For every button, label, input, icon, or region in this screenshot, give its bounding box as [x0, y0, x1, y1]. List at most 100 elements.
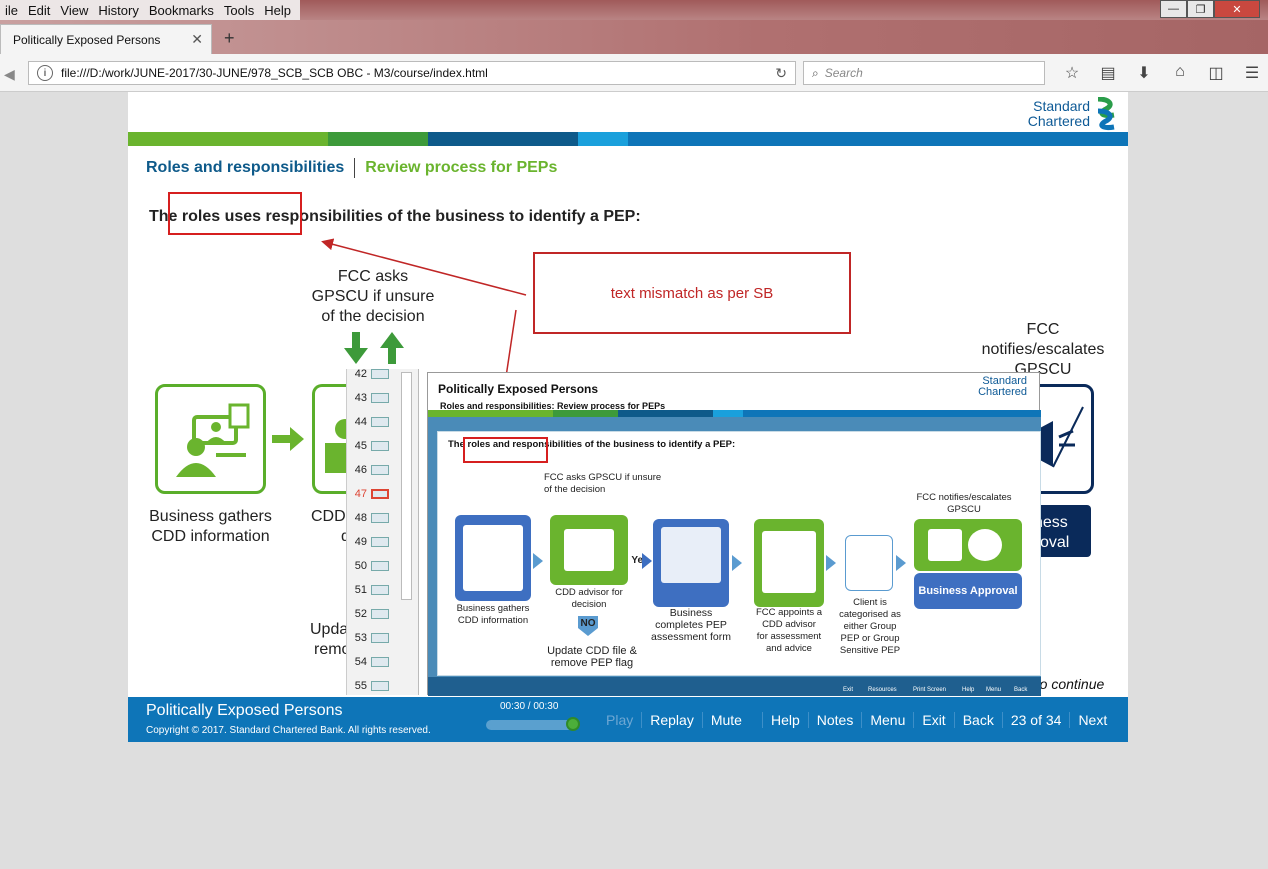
thumbnail-number: 52	[354, 608, 367, 620]
menu-tools[interactable]: Tools	[219, 3, 259, 18]
copyright: Copyright © 2017. Standard Chartered Ban…	[146, 725, 431, 736]
url-text: file:///D:/work/JUNE-2017/30-JUNE/978_SC…	[61, 66, 488, 80]
menu-history[interactable]: History	[93, 3, 143, 18]
thumbnail-image	[371, 393, 389, 403]
star-icon[interactable]: ☆	[1054, 63, 1090, 83]
thumbnail-item[interactable]: 45	[347, 436, 407, 456]
thumbnail-item[interactable]: 44	[347, 412, 407, 432]
search-input[interactable]: ⌕ Search	[803, 61, 1045, 85]
reading-list-icon[interactable]: ▤	[1090, 63, 1126, 83]
thumbnail-item[interactable]: 53	[347, 628, 407, 648]
thumbnail-image	[371, 465, 389, 475]
ref-step4-label: FCC appoints a CDD advisor for assessmen…	[756, 607, 823, 654]
thumbnail-item[interactable]: 51	[347, 580, 407, 600]
download-icon[interactable]: ⬇	[1126, 63, 1162, 83]
thumbnail-image	[371, 417, 389, 427]
ref-arrow-1	[533, 553, 543, 569]
thumbnail-number: 53	[354, 632, 367, 644]
thumbnail-scrollbar[interactable]	[401, 372, 412, 600]
close-window-icon[interactable]: ✕	[1214, 0, 1260, 18]
menu-edit[interactable]: Edit	[23, 3, 55, 18]
ref-step2-box	[550, 515, 628, 585]
thumbnail-image	[371, 513, 389, 523]
thumbnail-number: 48	[354, 512, 367, 524]
ref-arrow-3	[732, 555, 742, 571]
minimize-icon[interactable]: —	[1160, 0, 1187, 18]
ref-step5-box	[845, 535, 893, 591]
thumbnail-image	[371, 369, 389, 379]
menu-bar: ile Edit View History Bookmarks Tools He…	[0, 0, 1268, 20]
reference-screenshot: Politically Exposed Persons Roles and re…	[427, 372, 1041, 696]
thumbnail-image	[371, 609, 389, 619]
footer-title: Politically Exposed Persons	[146, 702, 343, 719]
ref-logo: Standard Chartered	[978, 375, 1027, 398]
next-button[interactable]: Next	[1069, 711, 1115, 728]
ref-step2-label: CDD advisor for decision	[555, 587, 623, 610]
thumbnail-item[interactable]: 52	[347, 604, 407, 624]
ref-step5-label: Client is categorised as either Group PE…	[839, 597, 901, 656]
menu-file[interactable]: ile	[0, 3, 23, 18]
thumbnail-item[interactable]: 54	[347, 652, 407, 672]
thumbnail-number: 45	[354, 440, 367, 452]
thumbnail-number: 51	[354, 584, 367, 596]
menu-bookmarks[interactable]: Bookmarks	[144, 3, 219, 18]
thumbnail-number: 55	[354, 680, 367, 692]
thumbnail-item[interactable]: 49	[347, 532, 407, 552]
menu-view[interactable]: View	[55, 3, 93, 18]
reload-icon[interactable]: ↻	[775, 65, 787, 82]
thumbnail-item[interactable]: 43	[347, 388, 407, 408]
thumbnail-item[interactable]: 47	[347, 484, 407, 504]
thumbnail-number: 42	[354, 368, 367, 380]
pocket-icon[interactable]: ◫	[1198, 63, 1234, 83]
ref-arrow-4	[826, 555, 836, 571]
ref-update-label: Update CDD file & remove PEP flag	[547, 645, 637, 669]
ref-step1-label: Business gathers CDD information	[456, 603, 530, 626]
url-bar[interactable]: i file:///D:/work/JUNE-2017/30-JUNE/978_…	[28, 61, 796, 85]
search-icon: ⌕	[812, 65, 819, 80]
home-icon[interactable]: ⌂	[1162, 63, 1198, 83]
thumbnail-number: 43	[354, 392, 367, 404]
thumbnail-item[interactable]: 46	[347, 460, 407, 480]
browser-tab[interactable]: Politically Exposed Persons ✕	[0, 24, 212, 54]
ref-title: Politically Exposed Persons	[438, 382, 599, 396]
thumbnail-image	[371, 561, 389, 571]
ref-footer: Exit Resources Print Screen Help Menu Ba…	[428, 677, 1041, 696]
thumbnail-item[interactable]: 42	[347, 364, 407, 384]
thumbnail-number: 46	[354, 464, 367, 476]
progress-track[interactable]	[486, 720, 579, 730]
ref-fcc-asks: FCC asks GPSCU if unsure of the decision	[544, 472, 662, 495]
thumbnail-image	[371, 537, 389, 547]
hamburger-menu-icon[interactable]: ☰	[1234, 63, 1268, 83]
progress-knob[interactable]	[566, 717, 580, 731]
search-placeholder: Search	[824, 66, 863, 80]
maximize-icon[interactable]: ❐	[1187, 0, 1214, 18]
ref-arrow-2	[642, 553, 652, 569]
thumbnail-image	[371, 585, 389, 595]
back-arrow-icon[interactable]: ◀	[4, 66, 15, 83]
page-counter: 23 of 34	[1001, 711, 1070, 728]
thumbnail-number: 44	[354, 416, 367, 428]
menu-help[interactable]: Help	[259, 3, 296, 18]
ref-highlight-box	[463, 437, 548, 463]
exit-button[interactable]: Exit	[913, 711, 953, 728]
menu-button[interactable]: Menu	[861, 711, 913, 728]
thumbnail-item[interactable]: 55	[347, 676, 407, 696]
help-button[interactable]: Help	[761, 711, 808, 728]
ref-arrow-5	[896, 555, 906, 571]
new-tab-icon[interactable]: +	[224, 28, 235, 49]
thumbnail-image	[371, 681, 389, 691]
ref-fcc-notifies: FCC notifies/escalates GPSCU	[916, 492, 1012, 515]
play-button[interactable]: Play	[598, 712, 641, 728]
notes-button[interactable]: Notes	[807, 711, 862, 728]
thumbnail-item[interactable]: 50	[347, 556, 407, 576]
info-icon[interactable]: i	[37, 65, 53, 81]
thumbnail-image	[371, 633, 389, 643]
tab-bar: Politically Exposed Persons ✕ +	[0, 20, 1268, 54]
close-tab-icon[interactable]: ✕	[191, 31, 203, 48]
replay-button[interactable]: Replay	[641, 711, 702, 728]
mute-button[interactable]: Mute	[701, 711, 750, 728]
thumbnail-item[interactable]: 48	[347, 508, 407, 528]
back-button[interactable]: Back	[953, 711, 1002, 728]
thumbnail-number: 50	[354, 560, 367, 572]
ref-step3-box	[653, 519, 729, 607]
